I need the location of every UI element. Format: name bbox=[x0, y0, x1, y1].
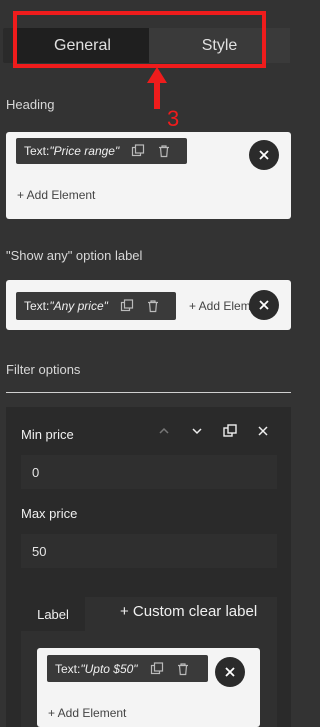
copy-icon[interactable] bbox=[120, 299, 134, 313]
trash-icon[interactable] bbox=[176, 662, 190, 676]
duplicate-icon[interactable] bbox=[222, 423, 238, 439]
min-price-label: Min price bbox=[21, 427, 74, 442]
add-element-link[interactable]: + Add Element bbox=[17, 188, 95, 202]
option-label-panel: Text: "Upto $50" + Add Element bbox=[37, 648, 260, 727]
chip-prefix: Text: bbox=[24, 299, 50, 313]
annotation-number: 3 bbox=[167, 106, 180, 131]
copy-icon[interactable] bbox=[150, 661, 164, 676]
show-any-text-chip[interactable]: Text: "Any price" bbox=[16, 292, 176, 320]
max-price-input[interactable]: 50 bbox=[21, 534, 277, 568]
max-price-label: Max price bbox=[21, 506, 78, 521]
delete-option-icon[interactable] bbox=[255, 423, 271, 439]
tab-label[interactable]: Label bbox=[21, 597, 85, 631]
chip-prefix: Text: bbox=[24, 144, 50, 158]
annotation-arrow-icon bbox=[147, 67, 167, 109]
chip-value: "Upto $50" bbox=[80, 661, 138, 676]
custom-clear-label-button[interactable]: + Custom clear label bbox=[120, 603, 257, 620]
filter-options-label: Filter options bbox=[6, 362, 81, 377]
divider bbox=[6, 392, 291, 393]
chip-prefix: Text: bbox=[55, 661, 81, 676]
add-element-link[interactable]: + Add Element bbox=[48, 706, 126, 720]
remove-show-any-button[interactable] bbox=[249, 290, 279, 320]
chip-value: "Any price" bbox=[49, 299, 108, 313]
copy-icon[interactable] bbox=[131, 144, 145, 158]
show-any-panel: Text: "Any price" + Add Eleme bbox=[6, 280, 291, 330]
remove-heading-button[interactable] bbox=[249, 140, 279, 170]
annotation-highlight-box bbox=[13, 11, 266, 68]
move-up-icon[interactable] bbox=[156, 423, 172, 439]
min-price-input[interactable]: 0 bbox=[21, 455, 277, 489]
add-element-link[interactable]: + Add Eleme bbox=[189, 299, 257, 313]
close-icon bbox=[259, 300, 269, 310]
heading-section-label: Heading bbox=[6, 97, 55, 112]
close-icon bbox=[259, 150, 269, 160]
move-down-icon[interactable] bbox=[189, 423, 205, 439]
chip-value: "Price range" bbox=[49, 144, 120, 158]
heading-panel: Text: "Price range" + Add Element bbox=[6, 132, 291, 219]
trash-icon[interactable] bbox=[157, 144, 171, 158]
close-icon bbox=[225, 667, 235, 677]
trash-icon[interactable] bbox=[146, 299, 160, 313]
remove-option-label-button[interactable] bbox=[215, 657, 245, 687]
option-label-text-chip[interactable]: Text: "Upto $50" bbox=[47, 655, 208, 682]
heading-text-chip[interactable]: Text: "Price range" bbox=[16, 138, 187, 164]
show-any-section-label: "Show any" option label bbox=[6, 248, 143, 263]
